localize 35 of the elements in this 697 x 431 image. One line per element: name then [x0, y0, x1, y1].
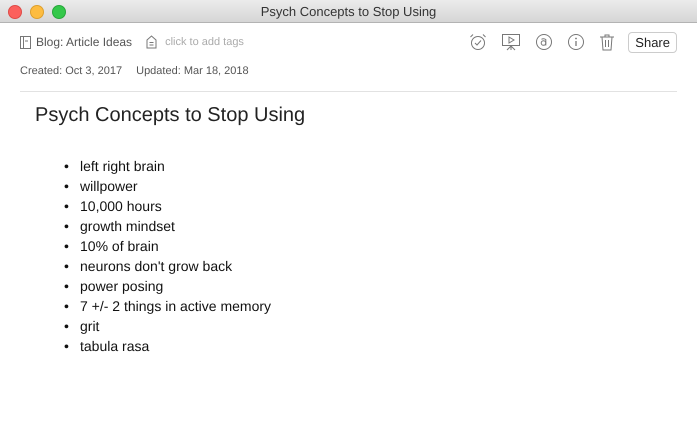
bullet: •	[64, 197, 70, 216]
alarm-clock-icon[interactable]	[469, 33, 488, 51]
note-title: Psych Concepts to Stop Using	[35, 104, 306, 127]
bullet: •	[64, 297, 70, 316]
bullet: •	[64, 277, 70, 296]
list-item: power posing	[80, 277, 164, 296]
presentation-icon[interactable]	[501, 33, 522, 51]
list-item: left right brain	[80, 157, 165, 176]
bullet: •	[64, 317, 70, 336]
bullet: •	[64, 237, 70, 256]
close-button[interactable]	[8, 5, 22, 19]
at-sign-icon[interactable]	[535, 33, 554, 51]
share-button[interactable]: Share	[628, 32, 677, 52]
info-icon[interactable]	[567, 33, 586, 51]
list-item: 7 +/- 2 things in active memory	[80, 297, 272, 316]
bullet: •	[64, 257, 70, 276]
updated-date: Updated: Mar 18, 2018	[136, 65, 249, 79]
bullet: •	[64, 177, 70, 196]
zoom-button[interactable]	[52, 5, 66, 19]
bullet: •	[64, 157, 70, 176]
trash-icon[interactable]	[599, 33, 616, 51]
created-date: Created: Oct 3, 2017	[20, 65, 122, 79]
tag-icon	[146, 35, 158, 49]
list-item: tabula rasa	[80, 337, 150, 356]
window-title: Psych Concepts to Stop Using	[260, 4, 436, 18]
list-item: willpower	[80, 177, 138, 196]
notebook-button[interactable]: Blog: Article Ideas	[20, 35, 132, 49]
list-item: neurons don't grow back	[80, 257, 232, 276]
list-item: 10% of brain	[80, 237, 159, 256]
list-item: growth mindset	[80, 217, 175, 236]
list-item: grit	[80, 317, 100, 336]
list-item: 10,000 hours	[80, 197, 162, 216]
bullet: •	[64, 337, 70, 356]
bullet: •	[64, 217, 70, 236]
notebook-icon	[20, 36, 31, 48]
